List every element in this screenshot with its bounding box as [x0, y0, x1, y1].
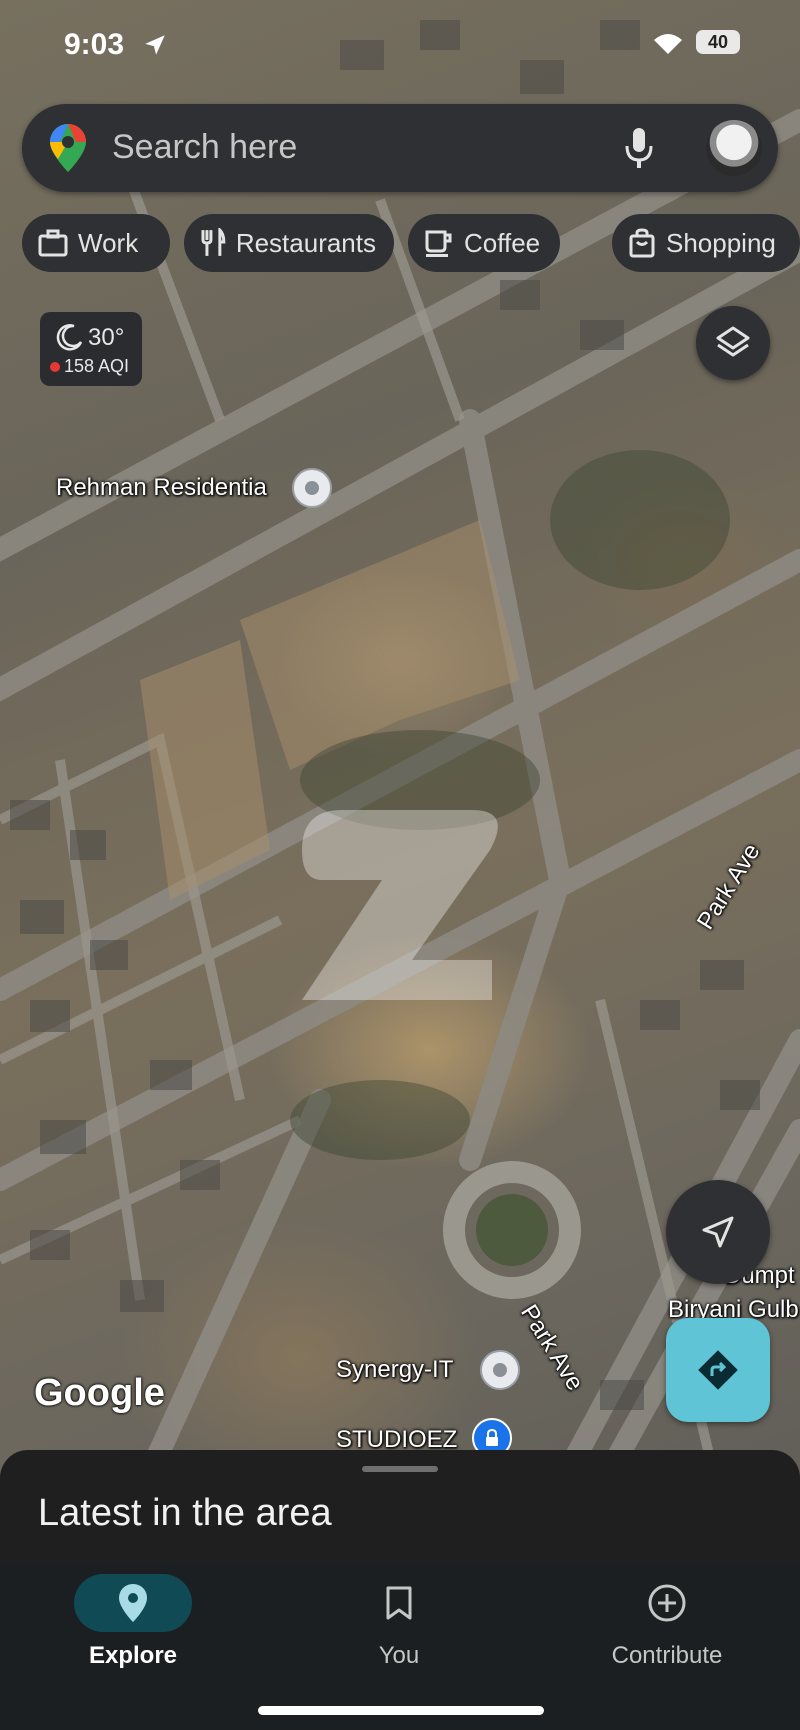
directions-button[interactable] — [666, 1318, 770, 1422]
profile-avatar[interactable] — [706, 120, 762, 176]
map-label-synergy[interactable]: Synergy-IT — [336, 1356, 453, 1384]
wifi-icon — [652, 32, 684, 61]
status-time: 9:03 — [64, 28, 125, 61]
status-bar: 9:03 40 — [0, 26, 800, 66]
category-chips: Work Restaurants Coffee Shopping — [22, 214, 800, 272]
chip-label: Coffee — [464, 227, 541, 258]
directions-icon — [698, 1350, 738, 1390]
chip-restaurants[interactable]: Restaurants — [184, 214, 394, 272]
bottom-navigation: Explore You Contribute — [0, 1562, 800, 1730]
nav-label: Explore — [88, 1642, 178, 1669]
weather-widget[interactable]: 30° 158 AQI — [40, 312, 142, 386]
google-attribution: Google — [34, 1372, 165, 1414]
chip-label: Shopping — [666, 227, 776, 258]
briefcase-icon — [38, 229, 68, 257]
watermark-logo — [262, 790, 532, 1025]
nav-contribute[interactable]: Contribute — [534, 1562, 800, 1692]
sheet-title: Latest in the area — [38, 1492, 332, 1534]
map-label-rehman[interactable]: Rehman Residentia — [56, 474, 267, 502]
add-circle-icon — [648, 1584, 686, 1622]
nav-label: You — [378, 1642, 420, 1669]
navigation-arrow-icon — [702, 1216, 734, 1248]
weather-temperature: 30° — [88, 324, 125, 351]
weather-aqi: 158 AQI — [64, 356, 130, 376]
my-location-button[interactable] — [666, 1180, 770, 1284]
fork-knife-icon — [201, 228, 226, 256]
sheet-drag-handle[interactable] — [362, 1466, 438, 1472]
nav-you[interactable]: You — [266, 1562, 532, 1692]
moon-icon — [54, 322, 84, 357]
nav-label: Contribute — [611, 1642, 723, 1669]
location-arrow-icon — [142, 32, 168, 63]
chip-coffee[interactable]: Coffee — [408, 214, 560, 272]
chip-label: Restaurants — [235, 227, 376, 258]
layers-icon — [716, 326, 750, 357]
home-indicator[interactable] — [258, 1706, 544, 1715]
shopping-bag-icon — [629, 228, 655, 258]
place-pin-icon[interactable] — [480, 1350, 520, 1390]
google-maps-logo-icon — [50, 124, 86, 177]
aqi-status-dot — [50, 362, 60, 372]
place-pin-icon[interactable] — [292, 468, 332, 508]
battery-indicator: 40 — [696, 30, 740, 54]
chip-label: Work — [78, 227, 139, 258]
chip-work[interactable]: Work — [22, 214, 170, 272]
search-input[interactable]: Search here — [112, 128, 297, 167]
bookmark-icon — [386, 1586, 412, 1620]
layers-button[interactable] — [696, 306, 770, 380]
search-bar[interactable]: Search here — [22, 104, 778, 192]
coffee-cup-icon — [425, 230, 452, 257]
chip-shopping[interactable]: Shopping — [612, 214, 800, 272]
location-pin-icon — [119, 1584, 147, 1622]
microphone-icon[interactable] — [624, 126, 654, 175]
nav-explore[interactable]: Explore — [0, 1562, 266, 1692]
